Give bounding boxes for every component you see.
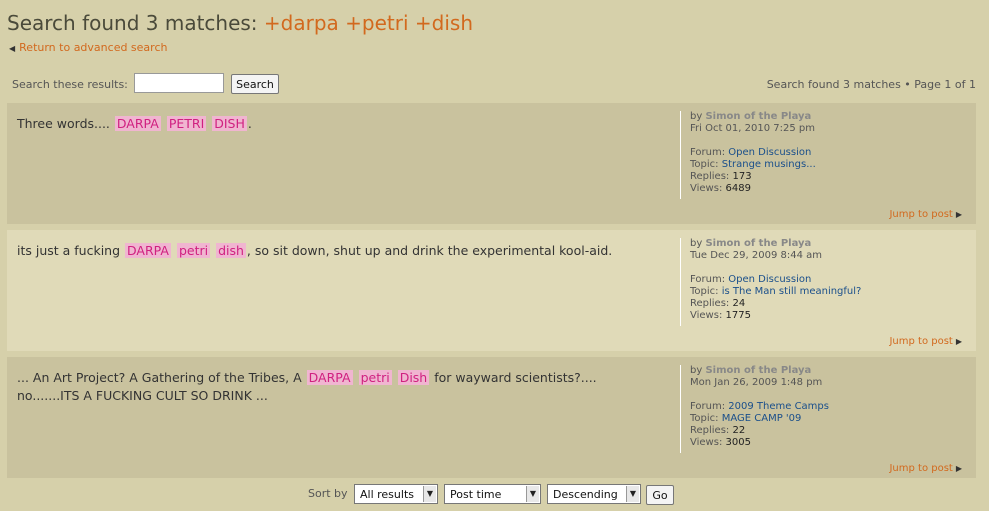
by-label: by [690,238,703,249]
highlighted-term: DARPA [114,116,161,131]
select-value: All results [360,488,414,501]
views-count: 3005 [725,437,751,448]
topic-label: Topic: [690,413,719,424]
topic-link[interactable]: Strange musings... [722,159,816,170]
select-value: Post time [450,488,502,501]
search-result-post: ... An Art Project? A Gathering of the T… [7,357,976,478]
post-text [393,370,397,385]
return-to-advanced-search-link[interactable]: ◀ Return to advanced search [9,41,167,54]
right-arrow-icon: ▶ [955,337,962,346]
highlighted-term: DARPA [125,243,171,258]
post-text [207,116,211,131]
jump-label: Jump to post [889,336,953,347]
highlighted-term: petri [176,243,211,258]
jump-label: Jump to post [889,463,953,474]
search-input[interactable] [134,73,224,93]
highlighted-term: DARPA [306,370,353,385]
post-text: Three words.... [17,116,114,131]
post-text: its just a fucking [17,243,125,258]
post-text [172,243,176,258]
views-label: Views: [690,437,723,448]
post-body: ... An Art Project? A Gathering of the T… [17,369,657,405]
topic-link[interactable]: is The Man still meaningful? [722,286,862,297]
chevron-down-icon: ▼ [626,486,639,502]
forum-link[interactable]: Open Discussion [728,147,811,158]
jump-to-post-link[interactable]: Jump to post ▶ [889,209,962,220]
jump-label: Jump to post [889,209,953,220]
views-count: 1775 [725,310,751,321]
forum-label: Forum: [690,147,726,158]
forum-link[interactable]: Open Discussion [728,274,811,285]
post-text: . [247,116,252,131]
post-author[interactable]: Simon of the Playa [705,238,811,249]
post-body: Three words.... DARPA PETRI DISH. [17,115,657,133]
views-label: Views: [690,310,723,321]
post-details: by Simon of the Playa Tue Dec 29, 2009 8… [680,238,970,326]
replies-label: Replies: [690,425,730,436]
highlighted-term: DISH [212,116,247,131]
sort-direction-select[interactable]: Descending ▼ [547,484,641,504]
post-author[interactable]: Simon of the Playa [705,111,811,122]
post-date: Mon Jan 26, 2009 1:48 pm [690,377,823,388]
chevron-down-icon: ▼ [423,486,436,502]
highlighted-term: dish [216,243,246,258]
results-filter-select[interactable]: All results ▼ [354,484,438,504]
forum-link[interactable]: 2009 Theme Camps [728,401,829,412]
views-label: Views: [690,183,723,194]
highlighted-term: petri [358,370,392,385]
left-arrow-icon: ◀ [9,44,16,53]
search-label: Search these results: [12,78,128,91]
highlighted-term: Dish [397,370,430,385]
search-within-results: Search these results: Search Search foun… [12,73,976,97]
search-result-post: its just a fucking DARPA petri dish, so … [7,230,976,351]
views-count: 6489 [725,183,751,194]
search-summary: Search found 3 matches • Page 1 of 1 [766,78,976,91]
by-label: by [690,111,703,122]
topic-label: Topic: [690,286,719,297]
chevron-down-icon: ▼ [526,486,539,502]
search-terms: +darpa +petri +dish [263,11,473,35]
search-result-post: Three words.... DARPA PETRI DISH. by Sim… [7,103,976,224]
topic-label: Topic: [690,159,719,170]
replies-label: Replies: [690,171,730,182]
post-author[interactable]: Simon of the Playa [705,365,811,376]
post-text [354,370,358,385]
post-body: its just a fucking DARPA petri dish, so … [17,242,657,260]
post-details: by Simon of the Playa Fri Oct 01, 2010 7… [680,111,970,199]
replies-count: 24 [732,298,746,309]
post-text [211,243,215,258]
post-details: by Simon of the Playa Mon Jan 26, 2009 1… [680,365,970,453]
replies-label: Replies: [690,298,730,309]
post-date: Fri Oct 01, 2010 7:25 pm [690,123,815,134]
right-arrow-icon: ▶ [955,210,962,219]
search-button[interactable]: Search [231,74,279,94]
post-text [162,116,166,131]
jump-to-post-link[interactable]: Jump to post ▶ [889,336,962,347]
page-title: Search found 3 matches: +darpa +petri +d… [7,11,473,35]
select-value: Descending [553,488,618,501]
topic-link[interactable]: MAGE CAMP '09 [722,413,802,424]
highlighted-term: PETRI [166,116,207,131]
replies-count: 22 [732,425,746,436]
right-arrow-icon: ▶ [955,464,962,473]
post-date: Tue Dec 29, 2009 8:44 am [690,250,823,261]
post-text: , so sit down, shut up and drink the exp… [246,243,613,258]
forum-label: Forum: [690,401,726,412]
post-text: ... An Art Project? A Gathering of the T… [17,370,306,385]
forum-label: Forum: [690,274,726,285]
replies-count: 173 [732,171,752,182]
title-prefix: Search found 3 matches: [7,11,264,35]
sort-field-select[interactable]: Post time ▼ [444,484,541,504]
return-link-label: Return to advanced search [19,41,168,54]
jump-to-post-link[interactable]: Jump to post ▶ [889,463,962,474]
by-label: by [690,365,703,376]
sort-label: Sort by [308,487,348,500]
go-button[interactable]: Go [646,485,674,505]
